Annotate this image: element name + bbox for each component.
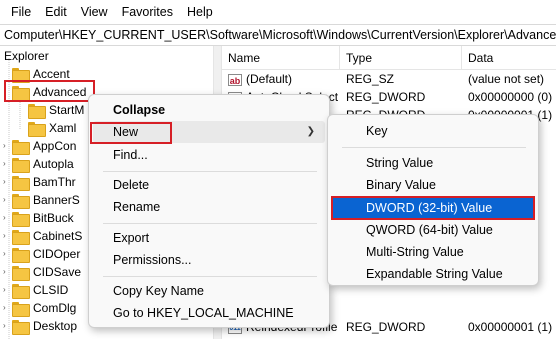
folder-icon — [28, 103, 46, 119]
column-header-name[interactable]: Name — [222, 46, 340, 70]
menu-item-permissions[interactable]: Permissions... — [93, 249, 325, 271]
value-data: 0x00000000 (0) — [468, 90, 553, 104]
folder-icon — [12, 247, 30, 263]
folder-icon — [12, 211, 30, 227]
chevron-right-icon: ❯ — [306, 126, 315, 137]
tree-item-label: Desktop — [33, 319, 78, 333]
tree-item-label: BannerS — [33, 193, 80, 207]
value-type: REG_SZ — [346, 72, 395, 86]
column-header-data[interactable]: Data — [462, 46, 556, 70]
tree-item-desktop[interactable]: › Desktop — [3, 317, 77, 335]
folder-icon — [12, 301, 30, 317]
ab-icon: ab — [228, 73, 242, 86]
tree-item-label: Autopla — [33, 157, 74, 171]
chevron-right-icon[interactable]: › — [3, 304, 11, 312]
folder-icon — [12, 193, 30, 209]
tree-item-label: Accent — [33, 67, 70, 81]
tree-item-cabinets[interactable]: › CabinetS — [3, 227, 82, 245]
menu-help[interactable]: Help — [180, 0, 220, 24]
chevron-right-icon[interactable]: › — [3, 160, 11, 168]
tree-item-label: BamThr — [33, 175, 76, 189]
tree-item-banners[interactable]: › BannerS — [3, 191, 80, 209]
submenu-item-multi-string-value[interactable]: Multi-String Value — [332, 241, 534, 263]
folder-icon — [12, 319, 30, 335]
folder-icon — [12, 265, 30, 281]
submenu-item-binary-value[interactable]: Binary Value — [332, 174, 534, 196]
menu-separator — [103, 276, 317, 277]
tree-item-startm[interactable]: StartM — [28, 101, 84, 119]
address-bar[interactable]: Computer\HKEY_CURRENT_USER\Software\Micr… — [0, 24, 556, 46]
folder-icon — [12, 139, 30, 155]
new-highlight-box — [90, 122, 172, 144]
submenu-item-qword-value[interactable]: QWORD (64-bit) Value — [332, 219, 534, 241]
tree-item-xaml[interactable]: Xaml — [28, 119, 76, 137]
list-header: Name Type Data — [222, 46, 556, 70]
tree-item-label: AppCon — [33, 139, 77, 153]
menu-view[interactable]: View — [74, 0, 115, 24]
menu-bar: File Edit View Favorites Help — [0, 0, 556, 24]
folder-icon — [28, 121, 46, 137]
column-header-type[interactable]: Type — [340, 46, 462, 70]
tree-item-label: BitBuck — [33, 211, 74, 225]
menu-item-delete[interactable]: Delete — [93, 174, 325, 196]
value-data: (value not set) — [468, 72, 545, 86]
list-row-default[interactable]: ab (Default) REG_SZ (value not set) — [222, 70, 556, 88]
tree-item-autopla[interactable]: › Autopla — [3, 155, 74, 173]
tree-item-appcon[interactable]: › AppCon — [3, 137, 76, 155]
submenu-item-expandable-string-value[interactable]: Expandable String Value — [332, 263, 534, 285]
folder-icon — [12, 175, 30, 191]
value-name: (Default) — [246, 72, 293, 86]
menu-separator — [103, 223, 317, 224]
submenu-item-key[interactable]: Key — [332, 120, 534, 142]
tree-item-label: Explorer — [4, 49, 49, 63]
menu-item-collapse[interactable]: Collapse — [93, 99, 325, 121]
chevron-right-icon[interactable]: › — [3, 250, 11, 258]
chevron-right-icon[interactable]: › — [3, 178, 11, 186]
tree-item-bamthr[interactable]: › BamThr — [3, 173, 76, 191]
value-type: REG_DWORD — [346, 320, 426, 334]
tree-item-label: Xaml — [49, 121, 77, 135]
context-menu: Collapse New ❯ Find... Delete Rename Exp… — [88, 94, 330, 328]
menu-edit[interactable]: Edit — [38, 0, 74, 24]
tree-item-label: ComDlg — [33, 301, 77, 315]
folder-icon — [12, 67, 30, 83]
tree-item-cidoper[interactable]: › CIDOper — [3, 245, 80, 263]
chevron-right-icon[interactable]: › — [3, 268, 11, 276]
menu-item-goto-hklm[interactable]: Go to HKEY_LOCAL_MACHINE — [93, 302, 325, 324]
menu-item-export[interactable]: Export — [93, 227, 325, 249]
tree-item-explorer[interactable]: Explorer — [4, 47, 49, 65]
folder-icon — [12, 229, 30, 245]
tree-item-clsid[interactable]: › CLSID — [3, 281, 68, 299]
chevron-right-icon[interactable]: › — [3, 232, 11, 240]
submenu-item-string-value[interactable]: String Value — [332, 152, 534, 174]
tree-item-label: CIDOper — [33, 247, 81, 261]
chevron-right-icon[interactable]: › — [3, 196, 11, 204]
chevron-right-icon[interactable]: › — [3, 322, 11, 330]
tree-item-cidsave[interactable]: › CIDSave — [3, 263, 81, 281]
tree-item-bitbuck[interactable]: › BitBuck — [3, 209, 74, 227]
tree-item-label: CabinetS — [33, 229, 83, 243]
chevron-right-icon[interactable]: › — [3, 286, 11, 294]
menu-item-find[interactable]: Find... — [93, 144, 325, 166]
new-submenu: Key String Value Binary Value DWORD (32-… — [327, 114, 539, 286]
tree-item-comdlg[interactable]: › ComDlg — [3, 299, 76, 317]
advanced-highlight-box — [4, 80, 95, 102]
menu-separator — [342, 147, 526, 148]
menu-file[interactable]: File — [4, 0, 38, 24]
tree-item-label: CIDSave — [33, 265, 82, 279]
chevron-right-icon[interactable]: › — [3, 214, 11, 222]
value-type: REG_DWORD — [346, 90, 426, 104]
chevron-right-icon[interactable]: › — [3, 142, 11, 150]
menu-favorites[interactable]: Favorites — [115, 0, 180, 24]
value-data: 0x00000001 (1) — [468, 320, 553, 334]
tree-item-label: CLSID — [33, 283, 69, 297]
dword-highlight-box — [331, 196, 535, 220]
menu-separator — [103, 171, 317, 172]
menu-item-copy-key-name[interactable]: Copy Key Name — [93, 280, 325, 302]
folder-icon — [12, 157, 30, 173]
tree-item-label: StartM — [49, 103, 85, 117]
menu-item-rename[interactable]: Rename — [93, 196, 325, 218]
folder-icon — [12, 283, 30, 299]
